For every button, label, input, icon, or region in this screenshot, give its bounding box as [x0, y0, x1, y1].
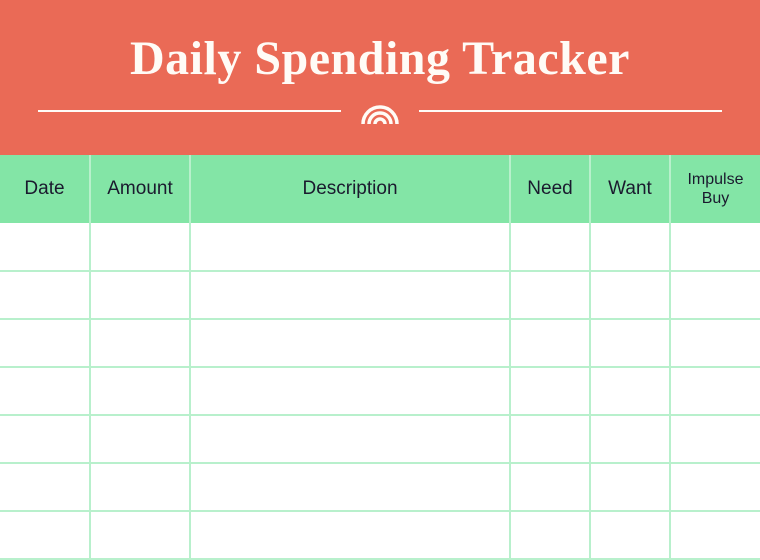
table-cell[interactable]	[510, 511, 590, 559]
table-cell[interactable]	[90, 367, 190, 415]
table-row	[0, 511, 760, 559]
table-cell[interactable]	[90, 463, 190, 511]
column-header-amount: Amount	[90, 155, 190, 223]
table-cell[interactable]	[510, 271, 590, 319]
table-row	[0, 271, 760, 319]
table-cell[interactable]	[670, 367, 760, 415]
table-cell[interactable]	[670, 463, 760, 511]
table-cell[interactable]	[0, 223, 90, 271]
table-cell[interactable]	[190, 463, 510, 511]
table-header-row: Date Amount Description Need Want Impuls…	[0, 155, 760, 223]
table-cell[interactable]	[670, 415, 760, 463]
table-cell[interactable]	[190, 271, 510, 319]
table-cell[interactable]	[670, 319, 760, 367]
table-cell[interactable]	[590, 271, 670, 319]
column-header-date: Date	[0, 155, 90, 223]
table-row	[0, 223, 760, 271]
table-cell[interactable]	[90, 511, 190, 559]
table-cell[interactable]	[510, 463, 590, 511]
table-cell[interactable]	[0, 415, 90, 463]
table-cell[interactable]	[90, 271, 190, 319]
table-row	[0, 463, 760, 511]
table-cell[interactable]	[90, 319, 190, 367]
column-header-need: Need	[510, 155, 590, 223]
table-cell[interactable]	[510, 367, 590, 415]
table-row	[0, 367, 760, 415]
divider-line-right	[419, 110, 722, 112]
table-cell[interactable]	[590, 511, 670, 559]
table-cell[interactable]	[510, 415, 590, 463]
table-cell[interactable]	[190, 319, 510, 367]
table-row	[0, 415, 760, 463]
table-cell[interactable]	[590, 319, 670, 367]
table-cell[interactable]	[0, 271, 90, 319]
page-title: Daily Spending Tracker	[130, 31, 630, 86]
table-cell[interactable]	[590, 223, 670, 271]
column-header-description: Description	[190, 155, 510, 223]
table-cell[interactable]	[0, 511, 90, 559]
table-body	[0, 223, 760, 559]
table-cell[interactable]	[510, 319, 590, 367]
table-row	[0, 319, 760, 367]
table-cell[interactable]	[0, 463, 90, 511]
table-cell[interactable]	[0, 367, 90, 415]
table-cell[interactable]	[510, 223, 590, 271]
header-divider	[38, 98, 722, 124]
column-header-want: Want	[590, 155, 670, 223]
header: Daily Spending Tracker	[0, 0, 760, 155]
table-cell[interactable]	[590, 367, 670, 415]
table-cell[interactable]	[670, 223, 760, 271]
table-cell[interactable]	[590, 415, 670, 463]
column-header-impulse: Impulse Buy	[670, 155, 760, 223]
table-cell[interactable]	[670, 271, 760, 319]
table-cell[interactable]	[190, 415, 510, 463]
table-cell[interactable]	[190, 511, 510, 559]
table-cell[interactable]	[190, 223, 510, 271]
table-cell[interactable]	[0, 319, 90, 367]
rainbow-icon	[359, 98, 401, 124]
spending-table: Date Amount Description Need Want Impuls…	[0, 155, 760, 560]
divider-line-left	[38, 110, 341, 112]
table-cell[interactable]	[90, 223, 190, 271]
table-cell[interactable]	[670, 511, 760, 559]
table-cell[interactable]	[190, 367, 510, 415]
table-cell[interactable]	[590, 463, 670, 511]
table-cell[interactable]	[90, 415, 190, 463]
